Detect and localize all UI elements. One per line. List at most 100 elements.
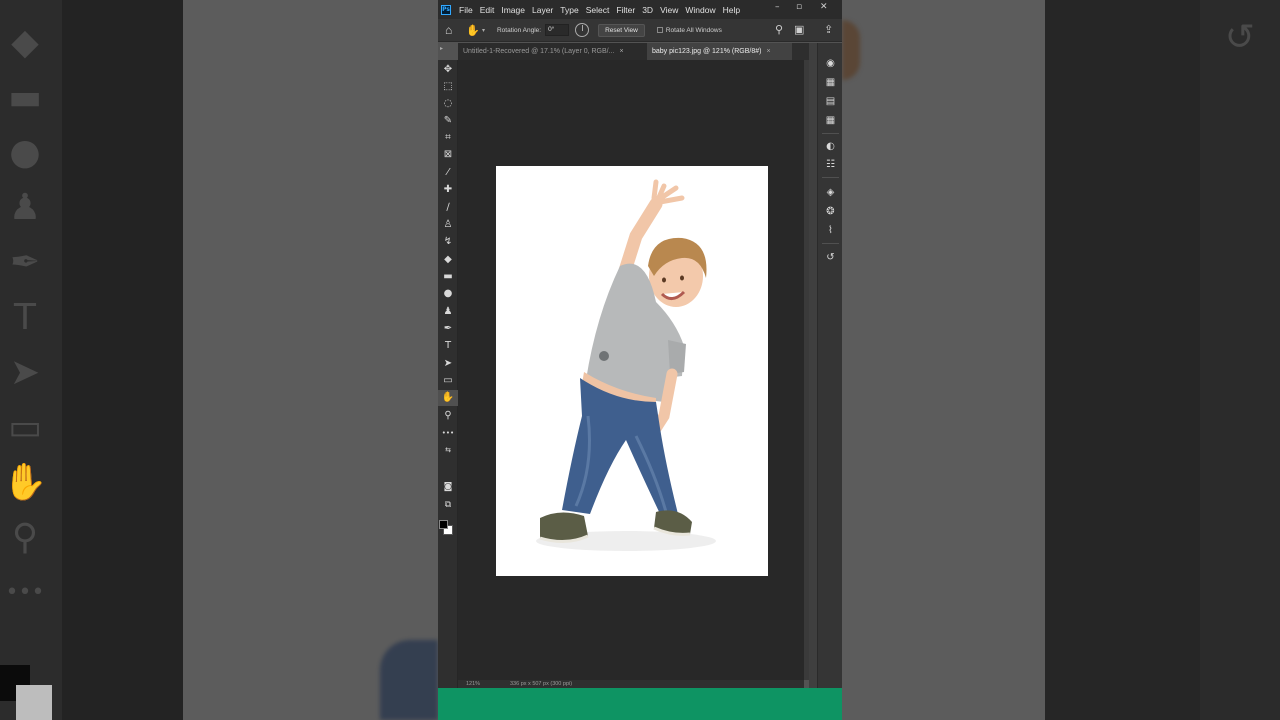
status-bar: 121% 336 px x 507 px (300 ppi): [458, 680, 804, 688]
background-panel-blur: [1200, 0, 1280, 720]
search-icon[interactable]: ⚲: [775, 23, 783, 37]
tab-close-icon[interactable]: ×: [619, 48, 623, 55]
learn-panel-icon[interactable]: ◉: [818, 57, 842, 71]
photoshop-window: Ps File Edit Image Layer Type Select Fil…: [438, 0, 842, 720]
background-dodge-icon: ♟: [8, 187, 42, 228]
tab-label: Untitled-1-Recovered @ 17.1% (Layer 0, R…: [463, 48, 615, 55]
eyedropper-tool-icon[interactable]: ⁄: [438, 165, 458, 181]
foreground-color-swatch[interactable]: [439, 520, 448, 529]
panel-separator: [822, 177, 839, 178]
panel-dock-strip: [809, 43, 817, 703]
history-brush-tool-icon[interactable]: ↯: [438, 234, 458, 250]
zoom-tool-icon[interactable]: ⚲: [438, 408, 458, 424]
panels-dock: ◉ ▦ ▤ ▦ ◐ ☷ ◈ ❂ ⌇ ↺: [817, 43, 842, 703]
screen-mode-icon[interactable]: ⧉: [438, 497, 458, 513]
clone-stamp-tool-icon[interactable]: ♙: [438, 217, 458, 233]
menu-filter[interactable]: Filter: [616, 5, 635, 15]
patterns-panel-icon[interactable]: ▦: [818, 114, 842, 128]
path-selection-tool-icon[interactable]: ➤: [438, 356, 458, 372]
menu-help[interactable]: Help: [723, 5, 740, 15]
document-canvas[interactable]: [496, 166, 768, 576]
background-canvas-blur-left: [183, 0, 438, 720]
swap-colors-icon[interactable]: ⇆: [438, 442, 458, 458]
share-icon[interactable]: ⇪: [824, 23, 833, 37]
paths-panel-icon[interactable]: ⌇: [818, 224, 842, 238]
home-icon[interactable]: ⌂: [445, 23, 452, 37]
menu-select[interactable]: Select: [586, 5, 610, 15]
tools-panel: ✥ ⬚ ◌ ✎ ⌗ ⊠ ⁄ ✚ ∕ ♙ ↯ ◆ ▬ ● ♟ ✒ T ➤ ▭ ✋ …: [438, 60, 458, 720]
menu-window[interactable]: Window: [685, 5, 715, 15]
document-dimensions: 336 px x 507 px (300 ppi): [510, 681, 573, 687]
crop-tool-icon[interactable]: ⌗: [438, 130, 458, 146]
maximize-button[interactable]: ▫: [796, 2, 802, 12]
chevron-down-icon[interactable]: ▾: [482, 27, 485, 34]
menu-bar: Ps File Edit Image Layer Type Select Fil…: [438, 0, 842, 19]
history-panel-icon[interactable]: ↺: [818, 251, 842, 265]
green-banner: [438, 688, 842, 720]
document-tab-bar: Untitled-1-Recovered @ 17.1% (Layer 0, R…: [458, 43, 822, 60]
background-photo-blur-hair: [842, 20, 860, 80]
workspace-icon[interactable]: ▣: [794, 23, 804, 37]
reset-view-button[interactable]: Reset View: [598, 23, 645, 37]
rotate-view-preset-icon[interactable]: ✋: [466, 24, 480, 37]
menu-edit[interactable]: Edit: [480, 5, 495, 15]
gradients-panel-icon[interactable]: ▤: [818, 95, 842, 109]
quick-selection-tool-icon[interactable]: ✎: [438, 113, 458, 129]
menu-image[interactable]: Image: [501, 5, 525, 15]
background-history-icon: ↺: [1224, 17, 1256, 58]
rotation-angle-input[interactable]: 0°: [545, 24, 570, 36]
background-hand-icon: ✋: [2, 462, 48, 503]
rotate-all-windows-checkbox[interactable]: [656, 27, 663, 33]
menu-layer[interactable]: Layer: [532, 5, 553, 15]
pen-tool-icon[interactable]: ✒: [438, 321, 458, 337]
edit-toolbar-icon[interactable]: •••: [438, 425, 458, 441]
rotate-view-tool-icon[interactable]: ✋: [438, 390, 458, 406]
panel-separator: [822, 243, 839, 244]
background-zoom-icon: ⚲: [11, 517, 39, 558]
document-tab-untitled[interactable]: Untitled-1-Recovered @ 17.1% (Layer 0, R…: [458, 43, 647, 60]
zoom-level[interactable]: 121%: [466, 680, 480, 688]
background-pen-icon: ✒: [9, 242, 41, 283]
panel-separator: [822, 133, 839, 134]
blur-tool-icon[interactable]: ●: [438, 286, 458, 302]
photo-child-dancing: [536, 179, 716, 551]
adjustments-panel-icon[interactable]: ◐: [818, 140, 842, 154]
document-tab-baby-pic[interactable]: baby pic123.jpg @ 121% (RGB/8#) ×: [647, 43, 792, 60]
background-blur-icon: ●: [9, 132, 41, 173]
eraser-tool-icon[interactable]: ◆: [438, 252, 458, 268]
tab-label: baby pic123.jpg @ 121% (RGB/8#): [652, 48, 762, 55]
dodge-tool-icon[interactable]: ♟: [438, 304, 458, 320]
background-type-icon: T: [14, 297, 36, 338]
menu-file[interactable]: File: [459, 5, 473, 15]
background-gradient-icon: ▬: [7, 77, 42, 118]
background-rectangle-icon: ▭: [7, 407, 42, 448]
layers-panel-icon[interactable]: ◈: [818, 186, 842, 200]
quick-mask-icon[interactable]: ◙: [438, 479, 458, 495]
menu-view[interactable]: View: [660, 5, 678, 15]
marquee-tool-icon[interactable]: ⬚: [438, 79, 458, 95]
channels-panel-icon[interactable]: ❂: [818, 205, 842, 219]
background-photo-blur: [380, 640, 438, 720]
healing-brush-tool-icon[interactable]: ✚: [438, 182, 458, 198]
background-canvas-blur-right: [842, 0, 1045, 720]
rotation-angle-label: Rotation Angle:: [496, 26, 542, 34]
rotation-angle-dial[interactable]: [575, 23, 590, 37]
tab-close-icon[interactable]: ×: [766, 48, 770, 55]
collapse-toolbar-icon[interactable]: ▸: [440, 45, 443, 52]
minimize-button[interactable]: –: [775, 2, 780, 12]
background-path-icon: ➤: [9, 352, 41, 393]
rectangle-tool-icon[interactable]: ▭: [438, 373, 458, 389]
gradient-tool-icon[interactable]: ▬: [438, 269, 458, 285]
frame-tool-icon[interactable]: ⊠: [438, 147, 458, 163]
photoshop-logo: Ps: [441, 4, 451, 15]
properties-panel-icon[interactable]: ☷: [818, 158, 842, 172]
type-tool-icon[interactable]: T: [438, 338, 458, 354]
close-button[interactable]: ✕: [820, 2, 828, 12]
brush-tool-icon[interactable]: ∕: [438, 200, 458, 216]
menu-3d[interactable]: 3D: [642, 5, 653, 15]
background-eraser-icon: ◆: [11, 22, 39, 63]
menu-type[interactable]: Type: [560, 5, 578, 15]
lasso-tool-icon[interactable]: ◌: [438, 96, 458, 112]
swatches-panel-icon[interactable]: ▦: [818, 76, 842, 90]
move-tool-icon[interactable]: ✥: [438, 62, 458, 78]
